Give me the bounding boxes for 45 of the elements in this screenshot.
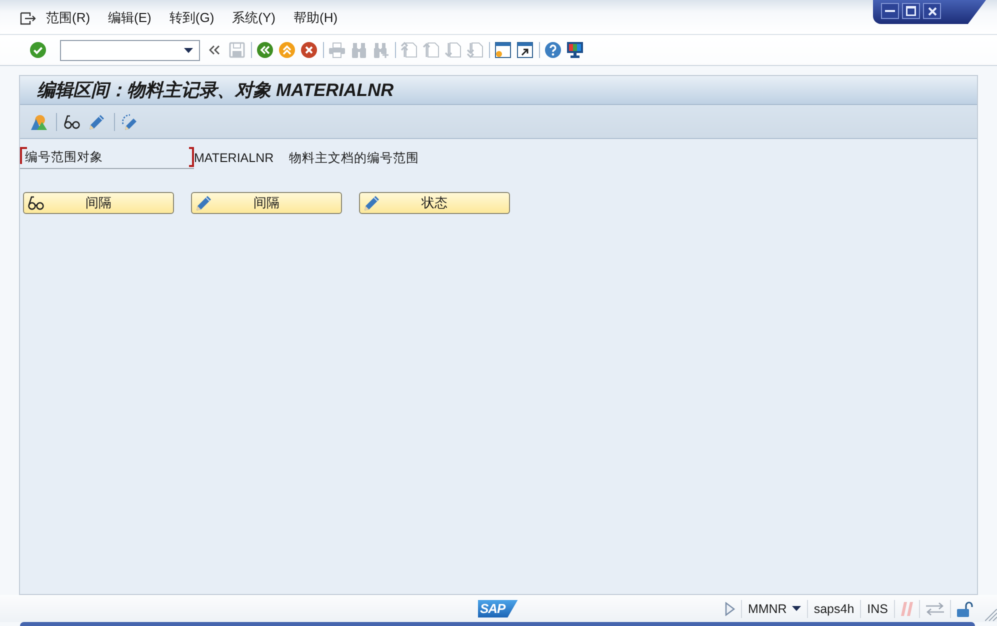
system-name: saps4h [814, 602, 854, 616]
minimize-button[interactable] [881, 3, 899, 19]
check-circle-icon[interactable] [30, 42, 46, 58]
menu-item[interactable]: 转到(G) [169, 9, 214, 27]
logo: SAP [478, 600, 518, 618]
action-button[interactable]: 间隔 [191, 192, 342, 214]
field-value: MATERIALNR [194, 151, 275, 165]
caret-down-icon[interactable] [184, 48, 193, 52]
monitor-icon[interactable] [567, 42, 583, 58]
field-label: 编号范围对象 [20, 147, 194, 169]
maximize-button[interactable] [902, 3, 920, 19]
glasses-icon [28, 195, 44, 211]
padlock-open-icon[interactable] [957, 600, 973, 616]
question-circle-icon[interactable] [545, 42, 561, 58]
menu-item[interactable]: 编辑(E) [108, 9, 152, 27]
action-button[interactable]: 状态 [359, 192, 510, 214]
screen-title: 编辑区间：物料主记录、对象 MATERIALNR [37, 79, 394, 102]
pencil-icon[interactable] [89, 114, 105, 130]
box-arrow-icon[interactable] [20, 12, 36, 24]
swap-arrows-icon[interactable] [926, 602, 944, 616]
menu-item[interactable]: 系统(Y) [232, 9, 276, 27]
mountain-sun-icon[interactable] [31, 114, 47, 130]
triangle-right-icon[interactable] [724, 602, 735, 616]
input-mode: INS [867, 602, 888, 616]
chevron-up-circle-icon[interactable] [279, 42, 295, 58]
pencil-icon [364, 195, 380, 211]
pencil-arc-icon[interactable] [122, 114, 138, 130]
resize-grip-icon[interactable] [985, 609, 997, 621]
slanted-bars-icon [901, 602, 913, 616]
field-description: 物料主文档的编号范围 [289, 150, 419, 166]
close-button[interactable] [923, 3, 941, 19]
transaction-code[interactable]: MMNR [748, 602, 787, 616]
double-chevron-icon[interactable] [209, 45, 220, 55]
x-circle-icon[interactable] [301, 42, 317, 58]
caret-down-icon[interactable] [792, 606, 801, 611]
glasses-icon[interactable] [64, 114, 80, 130]
close-icon [928, 6, 936, 16]
menu-item[interactable]: 帮助(H) [294, 9, 338, 27]
pencil-icon [196, 195, 212, 211]
chevron-left-circle-icon[interactable] [257, 42, 273, 58]
command-field[interactable] [60, 40, 200, 60]
minimize-icon [885, 10, 895, 12]
action-button[interactable]: 间隔 [23, 192, 174, 214]
menu-item[interactable]: 范围(R) [46, 9, 90, 27]
maximize-icon [906, 6, 916, 16]
